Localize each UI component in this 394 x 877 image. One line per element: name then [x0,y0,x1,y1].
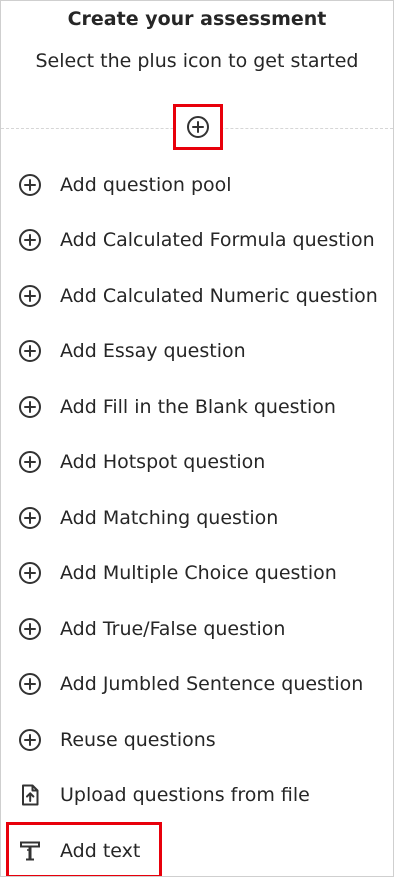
page-title: Create your assessment [67,8,327,30]
page-subtitle: Select the plus icon to get started [35,50,359,72]
menu-item-label: Add Jumbled Sentence question [60,673,364,696]
assessment-panel: Create your assessment Select the plus i… [0,0,394,877]
plus-circle-icon [18,617,42,641]
menu-item-add-calculated-numeric[interactable]: Add Calculated Numeric question [1,268,393,324]
plus-circle-icon [18,228,42,252]
plus-circle-icon [18,728,42,752]
menu-item-reuse-questions[interactable]: Reuse questions [1,712,393,768]
menu-item-label: Add Calculated Numeric question [60,284,378,307]
add-content-button[interactable] [173,104,223,150]
menu-item-label: Add Essay question [60,340,246,363]
menu-item-add-fill-in-the-blank[interactable]: Add Fill in the Blank question [1,379,393,435]
plus-circle-icon [18,339,42,363]
upload-file-icon [18,783,42,807]
menu-item-add-question-pool[interactable]: Add question pool [1,157,393,213]
menu-item-label: Add question pool [60,173,232,196]
plus-circle-icon [186,115,210,139]
menu-item-label: Add Fill in the Blank question [60,395,336,418]
menu-item-label: Add Calculated Formula question [60,229,375,252]
menu-item-add-matching[interactable]: Add Matching question [1,490,393,546]
menu-item-label: Add Multiple Choice question [60,562,337,585]
menu-item-add-text[interactable]: Add text [1,823,393,876]
menu-item-add-multiple-choice[interactable]: Add Multiple Choice question [1,546,393,602]
menu-item-upload-questions[interactable]: Upload questions from file [1,768,393,824]
plus-circle-icon [18,506,42,530]
plus-circle-icon [18,173,42,197]
menu-item-add-calculated-formula[interactable]: Add Calculated Formula question [1,213,393,269]
plus-circle-icon [18,561,42,585]
menu-item-add-hotspot[interactable]: Add Hotspot question [1,435,393,491]
menu-item-add-essay[interactable]: Add Essay question [1,324,393,380]
plus-circle-icon [18,395,42,419]
text-icon [18,839,42,863]
menu-item-add-true-false[interactable]: Add True/False question [1,601,393,657]
menu-item-label: Add Hotspot question [60,451,266,474]
plus-circle-icon [18,450,42,474]
add-content-menu: Add question pool Add Calculated Formula… [1,157,393,876]
plus-circle-icon [18,672,42,696]
menu-item-add-jumbled-sentence[interactable]: Add Jumbled Sentence question [1,657,393,713]
plus-circle-icon [18,284,42,308]
menu-item-label: Reuse questions [60,728,216,751]
menu-item-label: Add True/False question [60,617,286,640]
menu-item-label: Add Matching question [60,506,279,529]
menu-item-label: Add text [60,839,141,862]
menu-item-label: Upload questions from file [60,784,310,807]
